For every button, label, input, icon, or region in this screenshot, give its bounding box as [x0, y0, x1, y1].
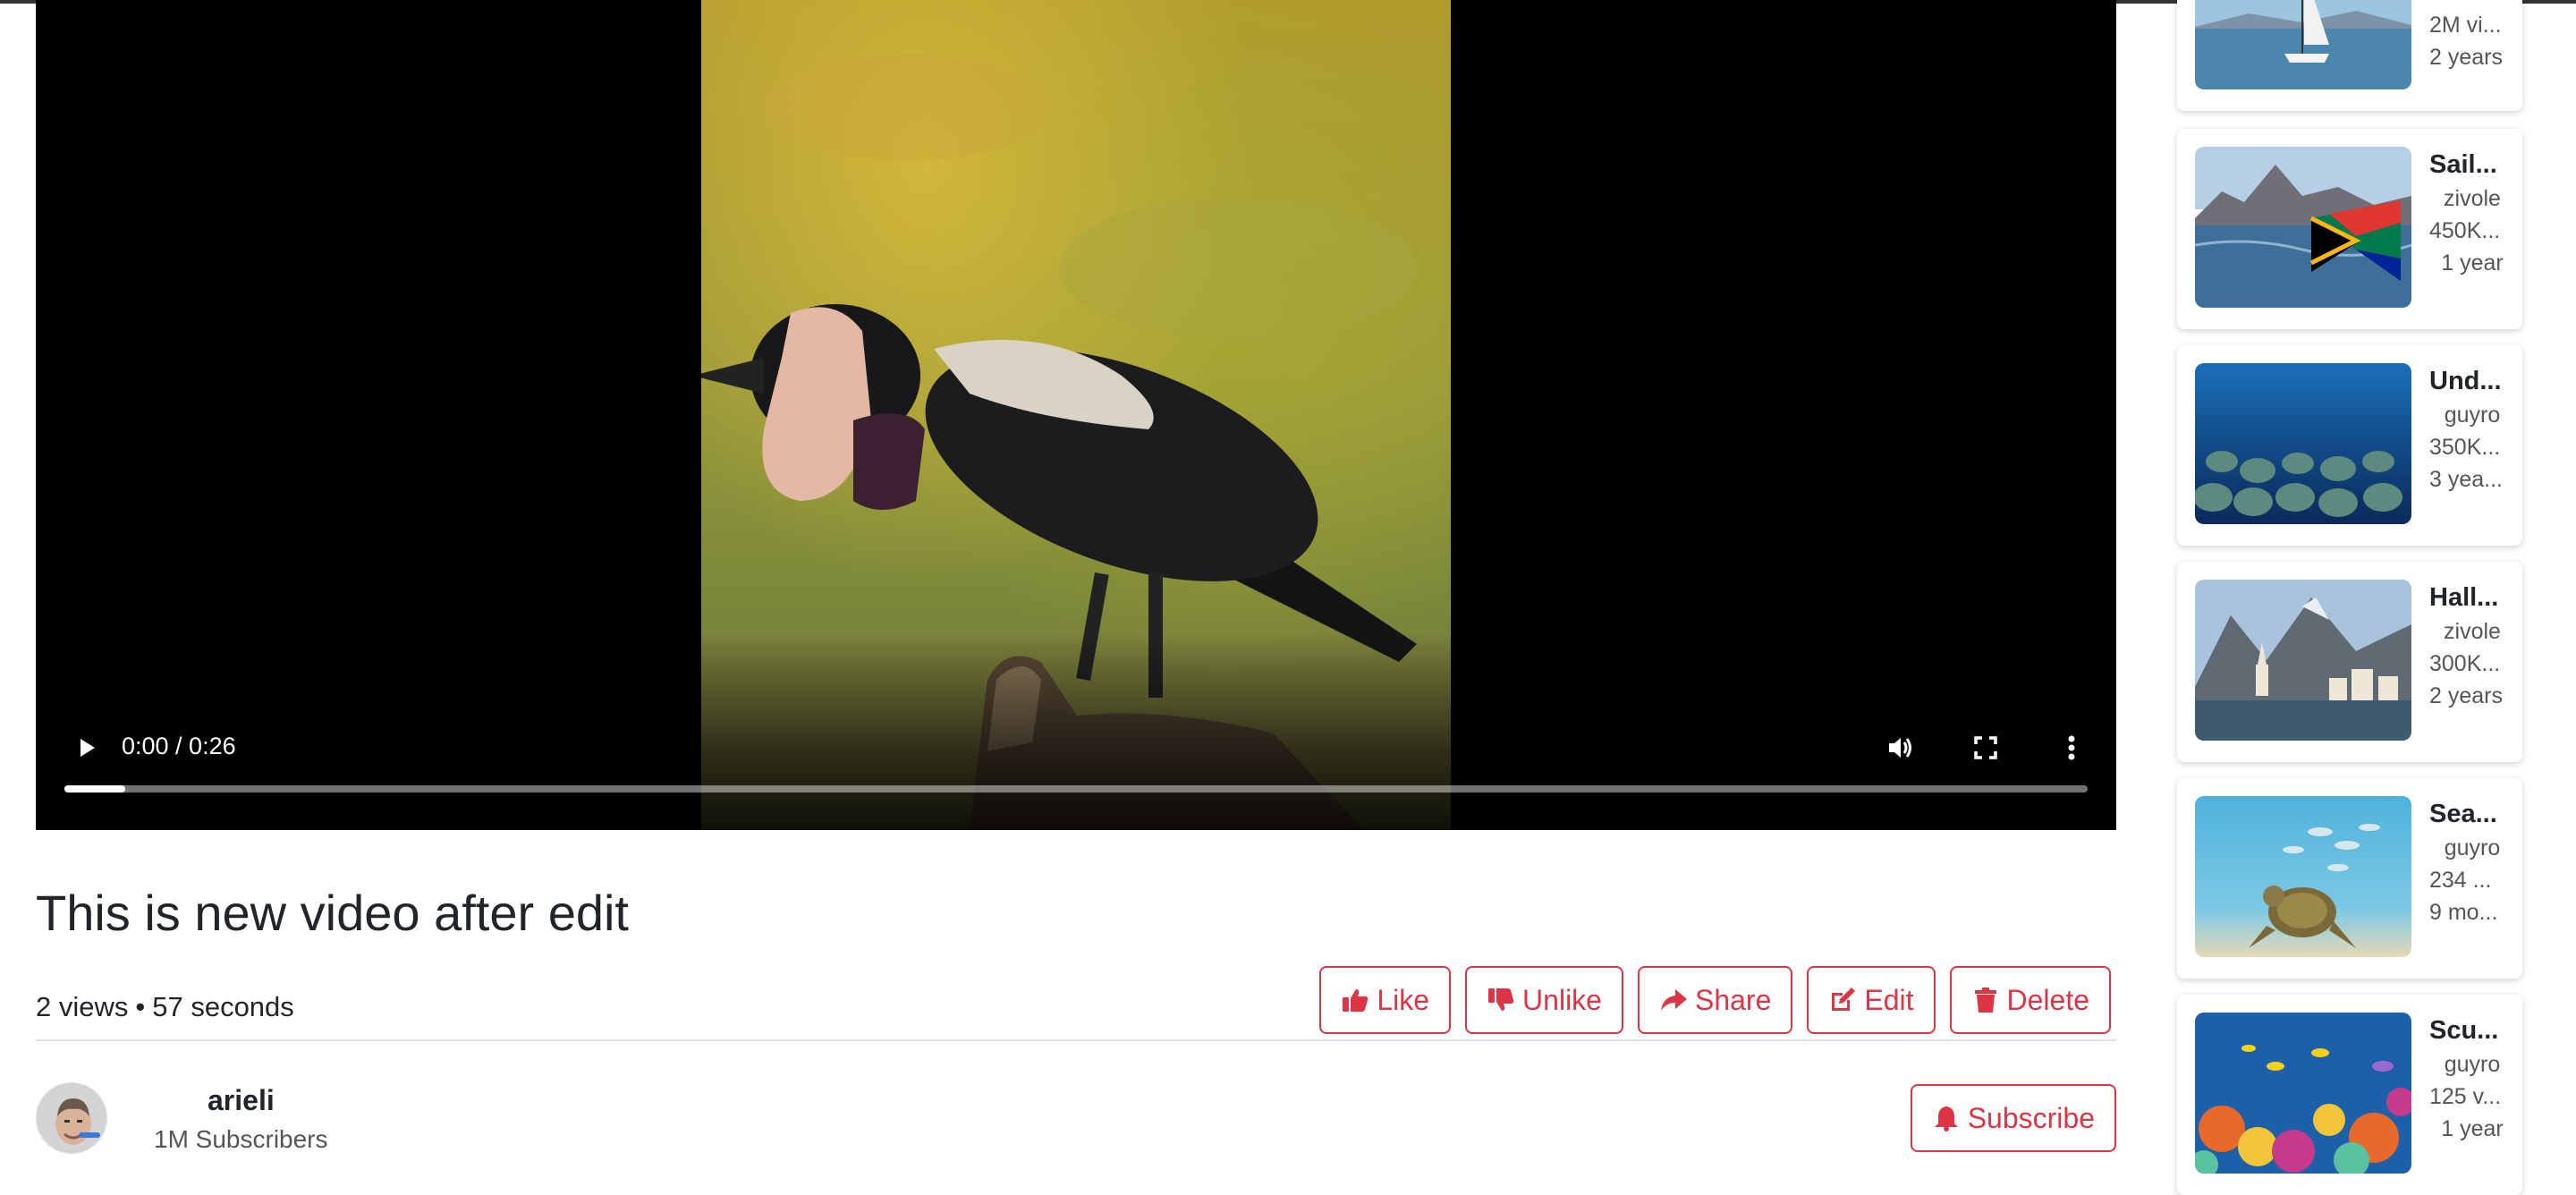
card-info: Und... guyro 350K... 3 yea... [2429, 363, 2515, 496]
card-views: 300K... [2429, 651, 2501, 676]
more-vertical-icon [2068, 735, 2075, 760]
video-meta: 2 views • 57 seconds [36, 991, 294, 1023]
card-channel: guyro [2444, 403, 2501, 428]
thumbnail-flag-sea [2195, 147, 2411, 308]
related-videos-sidebar: 2M vi... 2 years Sail... zivole 450K... … [2177, 0, 2522, 1195]
edit-button[interactable]: Edit [1807, 966, 1936, 1034]
time-display: 0:00 / 0:26 [122, 733, 236, 759]
related-video-card[interactable]: Und... guyro 350K... 3 yea... [2177, 345, 2522, 546]
avatar-image [38, 1084, 106, 1152]
card-views: 350K... [2429, 435, 2501, 460]
card-age: 2 years [2429, 45, 2503, 70]
unlike-label: Unlike [1522, 983, 1602, 1016]
card-title: Sail... [2429, 150, 2497, 179]
card-age: 1 year [2441, 1116, 2504, 1141]
thumbnail-hallstatt [2195, 580, 2411, 741]
video-thumbnail [2195, 580, 2411, 741]
card-title: Und... [2429, 367, 2502, 395]
thumbnail-sea-turtle [2195, 796, 2411, 957]
thumbnail-underwater [2195, 363, 2411, 524]
card-views: 450K... [2429, 218, 2501, 243]
related-video-card[interactable]: Scu... guyro 125 v... 1 year [2177, 995, 2522, 1195]
video-thumbnail [2195, 796, 2411, 957]
like-button[interactable]: Like [1319, 966, 1452, 1034]
fullscreen-icon [1974, 736, 1997, 759]
card-views: 2M vi... [2429, 13, 2502, 38]
delete-label: Delete [2006, 983, 2090, 1016]
volume-icon [1889, 738, 1911, 758]
card-age: 1 year [2441, 250, 2504, 275]
related-video-card[interactable]: Hall... zivole 300K... 2 years [2177, 562, 2522, 762]
card-info: Sail... zivole 450K... 1 year [2429, 147, 2515, 279]
share-arrow-icon [1660, 989, 1687, 1011]
trash-icon [1974, 987, 1996, 1013]
fullscreen-button[interactable] [1964, 726, 2007, 769]
card-info: Hall... zivole 300K... 2 years [2429, 580, 2515, 712]
card-age: 3 yea... [2429, 467, 2503, 492]
subscribe-button[interactable]: Subscribe [1910, 1084, 2116, 1152]
play-button[interactable] [64, 726, 107, 769]
related-video-card[interactable]: Sea... guyro 234 ... 9 mo... [2177, 778, 2522, 979]
main-column: 0:00 / 0:26 This is new video after edit… [36, 0, 2116, 1181]
unlike-button[interactable]: Unlike [1465, 966, 1623, 1034]
related-video-card[interactable]: Sail... zivole 450K... 1 year [2177, 129, 2522, 329]
more-options-button[interactable] [2050, 726, 2093, 769]
subscriber-count: 1M Subscribers [154, 1125, 328, 1153]
card-age: 2 years [2429, 683, 2503, 708]
card-info: Scu... guyro 125 v... 1 year [2429, 1013, 2515, 1145]
subscribe-label: Subscribe [1967, 1101, 2095, 1134]
card-channel: zivole [2444, 619, 2501, 644]
card-title: Sea... [2429, 800, 2497, 828]
video-duration: 57 seconds [152, 991, 294, 1022]
like-label: Like [1377, 983, 1430, 1016]
view-count: 2 views [36, 991, 129, 1022]
video-thumbnail [2195, 363, 2411, 524]
video-thumbnail [2195, 147, 2411, 308]
card-views: 234 ... [2429, 868, 2492, 893]
channel-name[interactable]: arieli [208, 1084, 275, 1117]
card-channel: guyro [2444, 835, 2501, 860]
video-player[interactable]: 0:00 / 0:26 [36, 0, 2116, 830]
edit-icon [1832, 987, 1856, 1011]
thumbs-up-icon [1343, 989, 1368, 1012]
card-views: 125 v... [2429, 1084, 2502, 1109]
card-age: 9 mo... [2429, 900, 2498, 925]
card-channel: guyro [2444, 1052, 2501, 1077]
thumbnail-sailboat [2195, 0, 2411, 89]
channel-avatar[interactable] [36, 1082, 107, 1154]
volume-button[interactable] [1878, 726, 1921, 769]
progress-fill [64, 785, 125, 792]
thumbnail-coral-reef [2195, 1013, 2411, 1174]
thumbs-down-icon [1488, 988, 1514, 1011]
card-channel: zivole [2444, 186, 2501, 211]
video-thumbnail [2195, 1013, 2411, 1174]
edit-label: Edit [1864, 983, 1914, 1016]
share-button[interactable]: Share [1637, 966, 1793, 1034]
video-title: This is new video after edit [36, 885, 629, 941]
card-info: Sea... guyro 234 ... 9 mo... [2429, 796, 2515, 928]
related-video-card[interactable]: 2M vi... 2 years [2177, 0, 2522, 111]
card-title: Hall... [2429, 583, 2499, 612]
meta-separator: • [135, 991, 146, 1022]
progress-bar[interactable] [64, 785, 2088, 792]
video-thumbnail [2195, 0, 2411, 89]
play-icon [80, 739, 95, 757]
card-info: 2M vi... 2 years [2429, 9, 2515, 73]
share-label: Share [1694, 983, 1772, 1016]
bell-icon [1934, 1106, 1958, 1131]
card-title: Scu... [2429, 1016, 2499, 1045]
video-actions: Like Unlike Share Edit Delete [1319, 966, 2111, 1034]
divider [36, 1039, 2116, 1041]
controls-overlay [36, 633, 2116, 830]
delete-button[interactable]: Delete [1949, 966, 2111, 1034]
